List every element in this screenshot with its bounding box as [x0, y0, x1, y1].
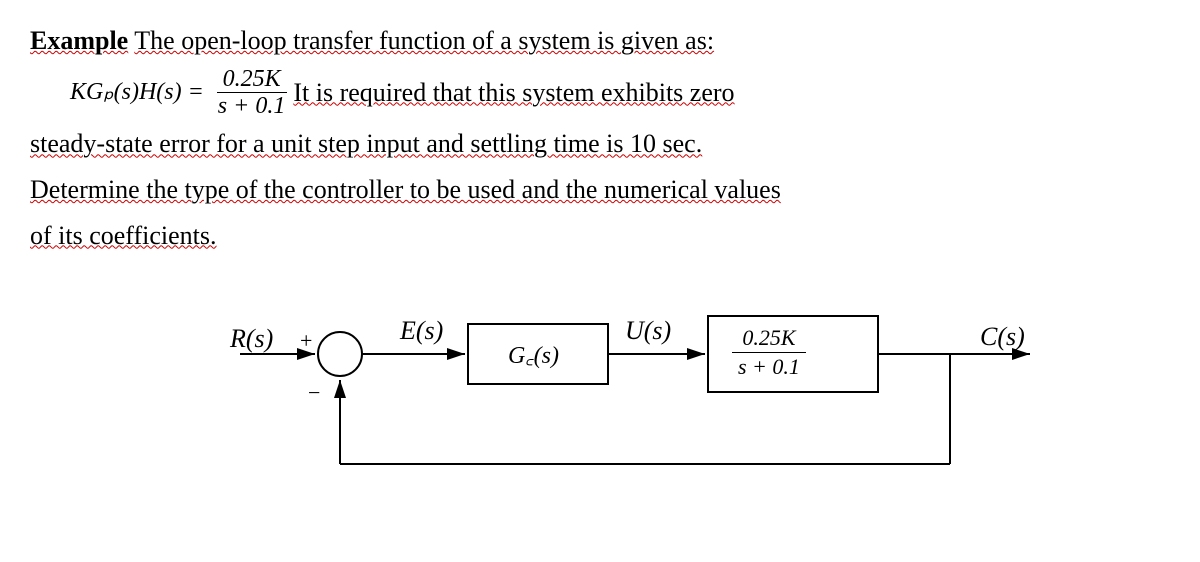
equation-lhs: KGₚ(s)H(s) = — [70, 73, 204, 111]
block-diagram: R(s) + − E(s) G꜀(s) U(s) 0.25K s + 0.1 C… — [230, 304, 1080, 504]
label-E: E(s) — [400, 316, 443, 346]
example-header: Example — [30, 26, 128, 55]
problem-line-5: of its coefficients. — [30, 215, 1170, 257]
intro-rest: The open-loop transfer function of a sys… — [134, 26, 714, 55]
label-minus: − — [308, 380, 320, 406]
plant-block-content: 0.25K s + 0.1 — [728, 322, 810, 379]
problem-line-3: steady-state error for a unit step input… — [30, 123, 1170, 165]
label-R: R(s) — [230, 324, 273, 354]
label-plus: + — [300, 328, 312, 354]
eq-denominator: s + 0.1 — [212, 93, 292, 119]
plant-den: s + 0.1 — [728, 353, 810, 379]
req-part1: It is required that this system exhibits… — [293, 72, 734, 114]
problem-line-4: Determine the type of the controller to … — [30, 169, 1170, 211]
problem-line-2: KGₚ(s)H(s) = 0.25K s + 0.1 It is require… — [30, 66, 1170, 120]
plant-num: 0.25K — [732, 326, 805, 353]
label-C: C(s) — [980, 322, 1025, 352]
equation-fraction: 0.25K s + 0.1 — [212, 66, 292, 120]
eq-numerator: 0.25K — [217, 66, 287, 93]
problem-line-1: Example The open-loop transfer function … — [30, 20, 1170, 62]
label-U: U(s) — [625, 316, 671, 346]
label-Gc: G꜀(s) — [508, 338, 559, 371]
